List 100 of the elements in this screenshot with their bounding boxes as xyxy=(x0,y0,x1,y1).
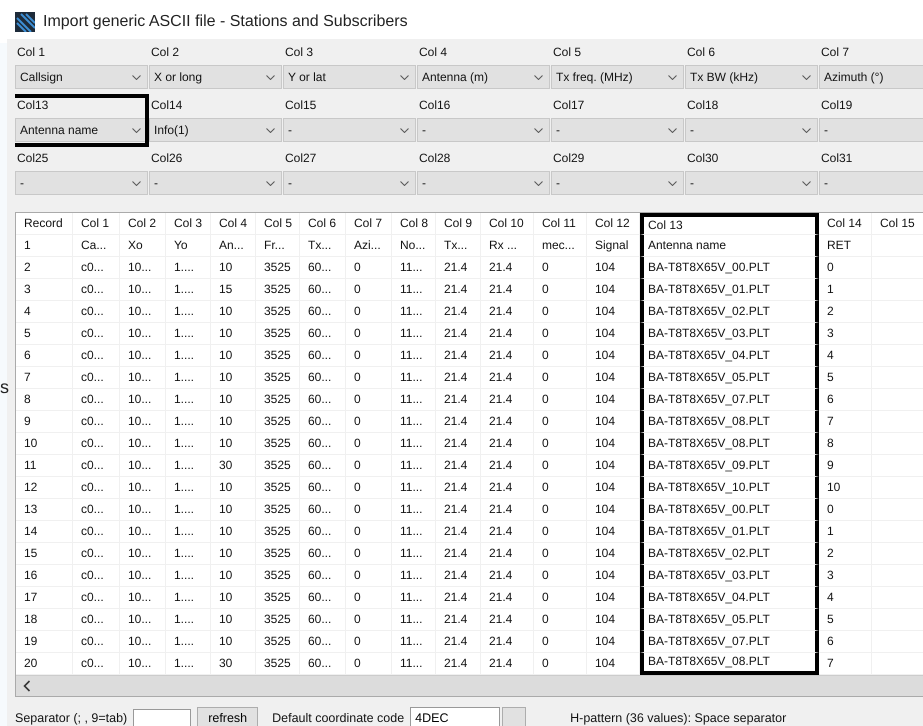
table-cell: BA-T8T8X65V_03.PLT xyxy=(640,323,819,345)
table-cell: 11... xyxy=(392,499,436,521)
column-header[interactable]: Col 14 xyxy=(819,213,872,235)
table-cell: 10... xyxy=(120,477,166,499)
column-dropdown[interactable]: Info(1) xyxy=(149,118,282,142)
table-cell: 21.4 xyxy=(436,345,481,367)
column-dropdown[interactable]: Tx BW (kHz) xyxy=(685,65,818,89)
table-cell: 10... xyxy=(120,631,166,653)
column-dropdown[interactable]: Azimuth (°) xyxy=(819,65,923,89)
table-cell: 104 xyxy=(587,367,640,389)
table-cell: 1.... xyxy=(166,301,211,323)
column-dropdown[interactable]: - xyxy=(551,118,684,142)
table-cell: 1.... xyxy=(166,609,211,631)
table-cell: 1.... xyxy=(166,411,211,433)
refresh-button[interactable]: refresh xyxy=(197,707,258,726)
column-header[interactable]: Col 6 xyxy=(300,213,346,235)
column-header[interactable]: Record xyxy=(16,213,73,235)
column-header[interactable]: Col 2 xyxy=(120,213,166,235)
coordinate-field[interactable]: 4DEC xyxy=(410,707,500,726)
table-cell: c0... xyxy=(73,323,120,345)
column-dropdown[interactable]: - xyxy=(819,171,923,195)
column-dropdown[interactable]: - xyxy=(283,118,416,142)
column-header[interactable]: Col 15 xyxy=(872,213,923,235)
column-dropdown[interactable]: X or long xyxy=(149,65,282,89)
column-dropdown[interactable]: Tx freq. (MHz) xyxy=(551,65,684,89)
column-header[interactable]: Col 7 xyxy=(346,213,392,235)
column-header[interactable]: Col 5 xyxy=(256,213,300,235)
column-header[interactable]: Col 12 xyxy=(587,213,640,235)
table-cell: 104 xyxy=(587,609,640,631)
table-cell: 3525 xyxy=(256,367,300,389)
column-dropdown[interactable]: - xyxy=(417,118,550,142)
column-header[interactable]: Col 4 xyxy=(211,213,256,235)
table-cell: Azi... xyxy=(346,235,392,257)
separator-field[interactable] xyxy=(133,709,192,726)
table-cell: c0... xyxy=(73,433,120,455)
chevron-down-icon xyxy=(802,74,811,80)
column-label: Col13 xyxy=(16,97,50,114)
column-dropdown[interactable]: - xyxy=(417,171,550,195)
column-dropdown[interactable]: - xyxy=(283,171,416,195)
column-dropdown[interactable]: Antenna (m) xyxy=(417,65,550,89)
scroll-left-icon[interactable] xyxy=(23,680,31,692)
table-cell: BA-T8T8X65V_01.PLT xyxy=(640,279,819,301)
column-header[interactable]: Col 10 xyxy=(481,213,534,235)
table-cell: 1.... xyxy=(166,323,211,345)
column-dropdown[interactable]: - xyxy=(149,171,282,195)
table-cell: 6 xyxy=(819,631,872,653)
column-dropdown[interactable]: Y or lat xyxy=(283,65,416,89)
column-header[interactable]: Col 9 xyxy=(436,213,481,235)
column-dropdown[interactable]: Callsign xyxy=(15,65,148,89)
column-header[interactable]: Col 8 xyxy=(392,213,436,235)
table-cell: 21.4 xyxy=(436,521,481,543)
table-cell: 3525 xyxy=(256,587,300,609)
table-cell: 21.4 xyxy=(481,587,534,609)
column-label: Col31 xyxy=(820,150,854,167)
table-cell: 6 xyxy=(16,345,73,367)
column-dropdown[interactable]: - xyxy=(685,118,818,142)
column-dropdown[interactable]: - xyxy=(819,118,923,142)
table-cell: 104 xyxy=(587,323,640,345)
table-cell: c0... xyxy=(73,367,120,389)
table-cell: 10 xyxy=(211,257,256,279)
column-header[interactable]: Col 13 xyxy=(640,213,819,235)
table-cell: 10... xyxy=(120,499,166,521)
table-cell: 1.... xyxy=(166,565,211,587)
table-cell: 104 xyxy=(587,389,640,411)
column-dropdown[interactable]: Antenna name xyxy=(15,118,148,142)
table-cell: 0 xyxy=(346,455,392,477)
table-cell: 11... xyxy=(392,257,436,279)
table-cell: 5 xyxy=(819,367,872,389)
table-cell: 10 xyxy=(211,521,256,543)
horizontal-scrollbar[interactable] xyxy=(16,675,923,696)
table-cell: 5 xyxy=(16,323,73,345)
table-cell: 104 xyxy=(587,477,640,499)
table-cell: BA-T8T8X65V_07.PLT xyxy=(640,389,819,411)
table-cell: Ca... xyxy=(73,235,120,257)
table-cell: 104 xyxy=(587,631,640,653)
table-cell: 104 xyxy=(587,455,640,477)
coordinate-label: Default coordinate code xyxy=(272,711,404,725)
column-header[interactable]: Col 3 xyxy=(166,213,211,235)
table-cell: 3525 xyxy=(256,279,300,301)
table-cell: 10... xyxy=(120,257,166,279)
table-cell: 11 xyxy=(16,455,73,477)
table-cell: BA-T8T8X65V_04.PLT xyxy=(640,345,819,367)
table-cell: 1.... xyxy=(166,455,211,477)
table-cell: 10... xyxy=(120,609,166,631)
column-dropdown[interactable]: - xyxy=(685,171,818,195)
table-cell: 21.4 xyxy=(481,433,534,455)
column-label: Col15 xyxy=(284,97,318,114)
browse-button[interactable] xyxy=(502,707,526,726)
table-cell: BA-T8T8X65V_00.PLT xyxy=(640,499,819,521)
column-header[interactable]: Col 11 xyxy=(534,213,587,235)
table-cell: c0... xyxy=(73,521,120,543)
column-dropdown[interactable]: - xyxy=(551,171,684,195)
table-cell: 11... xyxy=(392,367,436,389)
table-cell: 9 xyxy=(819,455,872,477)
table-cell: 3525 xyxy=(256,257,300,279)
column-header[interactable]: Col 1 xyxy=(73,213,120,235)
column-dropdown[interactable]: - xyxy=(15,171,148,195)
table-cell: An... xyxy=(211,235,256,257)
table-cell: 21.4 xyxy=(481,345,534,367)
table-cell: 10... xyxy=(120,345,166,367)
